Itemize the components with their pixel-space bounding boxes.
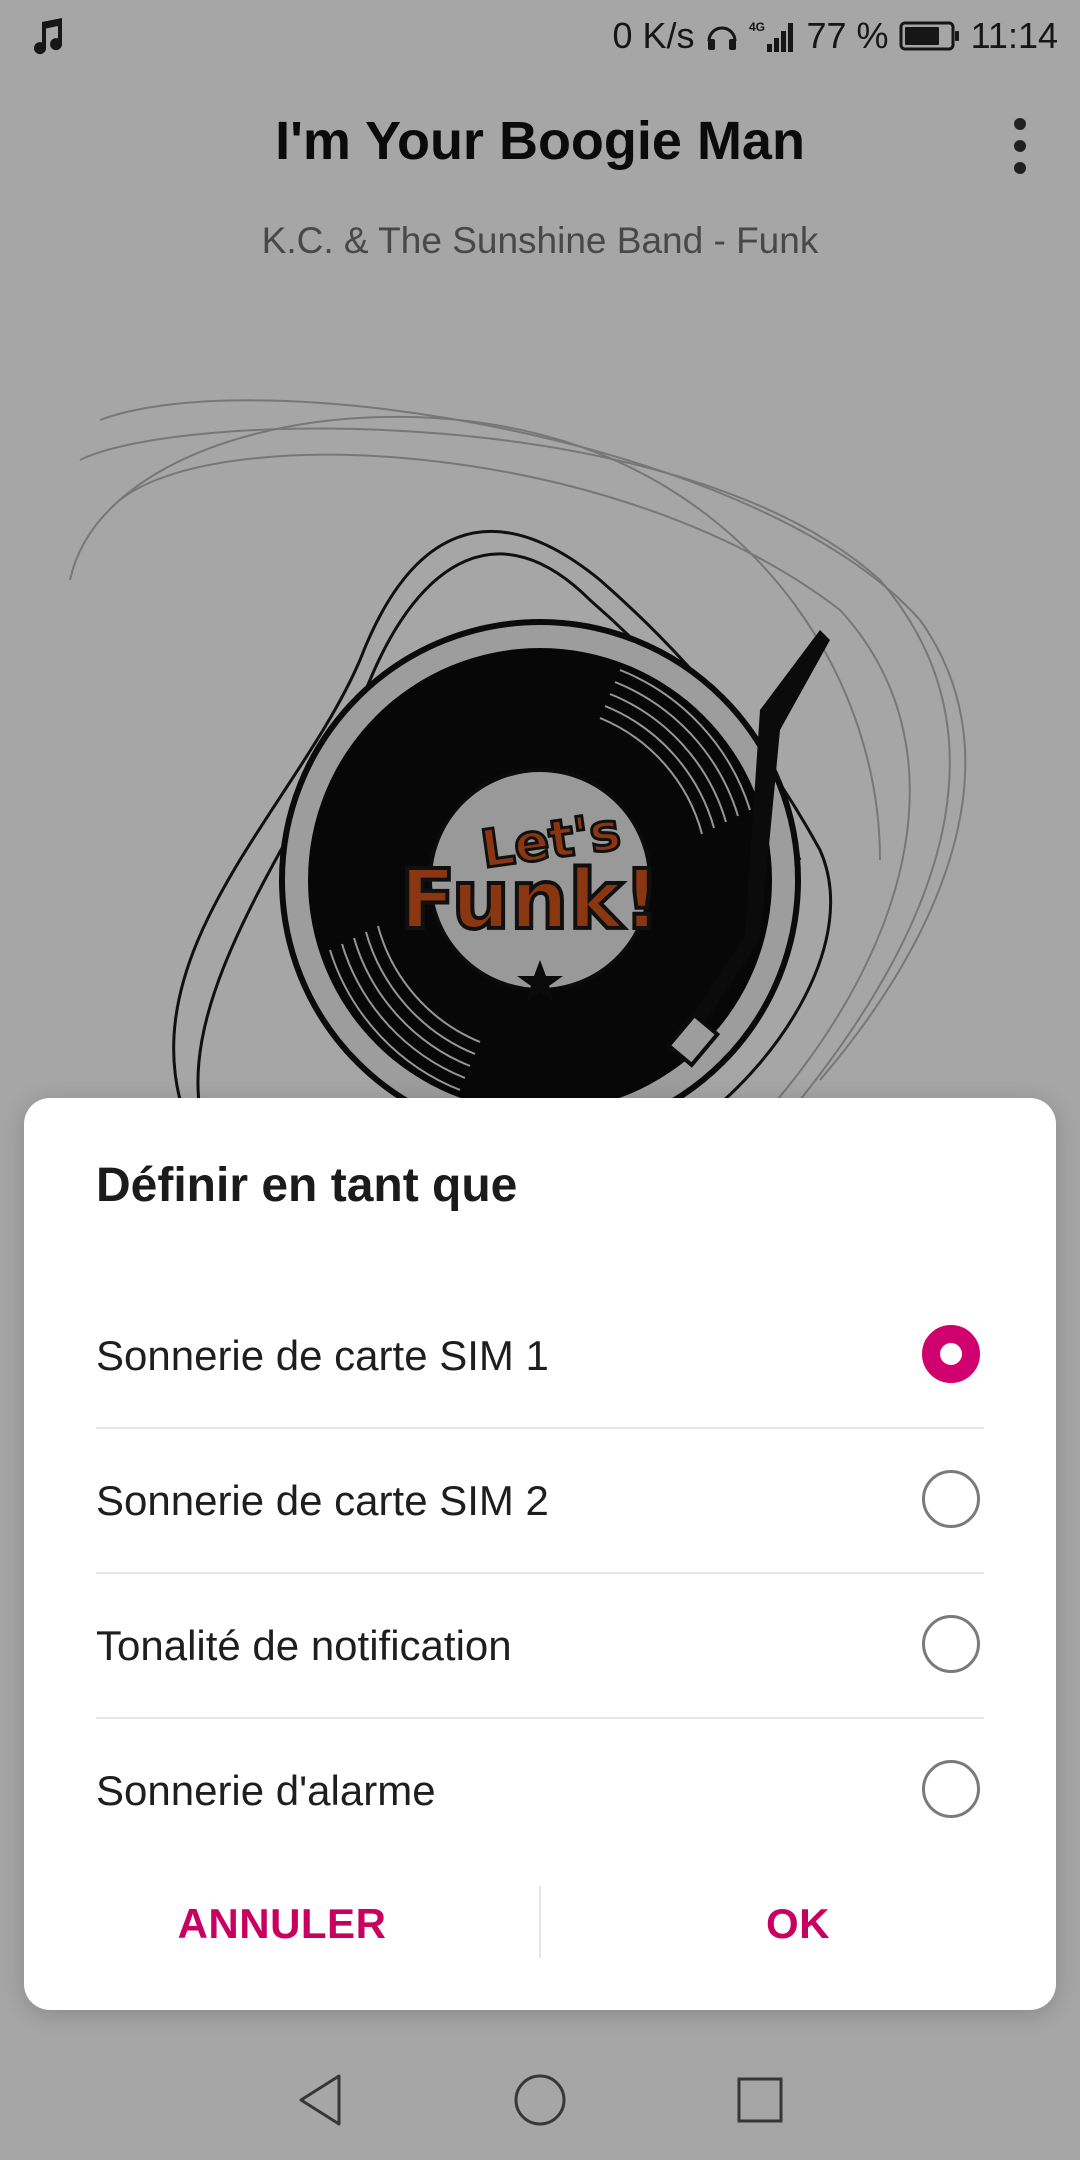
option-label: Sonnerie de carte SIM 2 [96, 1476, 549, 1524]
dialog-buttons: ANNULER OK [24, 1886, 1056, 1960]
option-sim1-ringtone[interactable]: Sonnerie de carte SIM 1 [96, 1284, 984, 1429]
option-list: Sonnerie de carte SIM 1 Sonnerie de cart… [96, 1284, 984, 1862]
dialog-title: Définir en tant que [96, 1159, 518, 1212]
radio-button[interactable] [922, 1614, 980, 1673]
option-label: Tonalité de notification [96, 1621, 512, 1669]
option-label: Sonnerie de carte SIM 1 [96, 1331, 549, 1379]
set-as-dialog: Définir en tant que Sonnerie de carte SI… [24, 1098, 1056, 2010]
ok-button[interactable]: OK [540, 1888, 1056, 1960]
option-notification-tone[interactable]: Tonalité de notification [96, 1574, 984, 1719]
radio-button-selected[interactable] [922, 1324, 980, 1383]
option-label: Sonnerie d'alarme [96, 1766, 436, 1814]
radio-button[interactable] [922, 1759, 980, 1818]
cancel-button[interactable]: ANNULER [24, 1888, 540, 1960]
option-sim2-ringtone[interactable]: Sonnerie de carte SIM 2 [96, 1429, 984, 1574]
radio-button[interactable] [922, 1469, 980, 1528]
option-alarm-ringtone[interactable]: Sonnerie d'alarme [96, 1719, 984, 1862]
